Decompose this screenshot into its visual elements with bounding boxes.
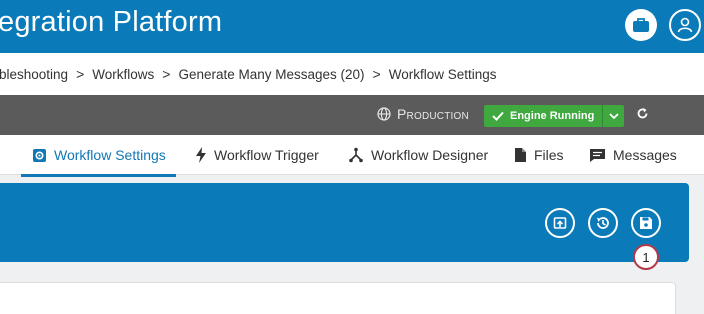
engine-status-button[interactable]: Engine Running <box>484 105 625 127</box>
breadcrumb-separator: > <box>76 66 85 82</box>
chevron-down-icon <box>609 113 619 119</box>
breadcrumb-separator: > <box>372 66 381 82</box>
globe-icon <box>377 107 391 121</box>
tab-files[interactable]: Files <box>514 135 564 175</box>
breadcrumb-item-workflow[interactable]: Generate Many Messages (20) <box>178 67 364 82</box>
tab-bar: Workflow Settings Workflow Trigger Workf… <box>0 135 704 177</box>
tab-label: Workflow Trigger <box>214 147 319 163</box>
refresh-button[interactable] <box>633 104 651 122</box>
user-icon <box>677 17 693 33</box>
lightning-icon <box>195 147 207 163</box>
tab-label: Messages <box>613 147 677 163</box>
history-button[interactable] <box>588 208 618 238</box>
breadcrumb-item-troubleshooting[interactable]: bleshooting <box>0 67 68 82</box>
environment-name: Production <box>397 106 469 122</box>
app-header: egration Platform <box>0 0 704 53</box>
save-button[interactable] <box>631 208 661 238</box>
briefcase-button[interactable] <box>625 9 657 41</box>
briefcase-icon <box>633 18 649 32</box>
file-icon <box>514 147 527 163</box>
breadcrumb: bleshooting > Workflows > Generate Many … <box>0 53 704 95</box>
user-button[interactable] <box>669 9 701 41</box>
gear-icon <box>32 148 47 163</box>
check-icon <box>492 111 504 121</box>
engine-dropdown[interactable] <box>602 105 625 127</box>
breadcrumb-item-current: Workflow Settings <box>388 66 497 82</box>
tab-workflow-designer[interactable]: Workflow Designer <box>348 135 488 175</box>
tab-workflow-trigger[interactable]: Workflow Trigger <box>195 135 319 175</box>
export-icon <box>553 217 567 229</box>
export-button[interactable] <box>545 208 575 238</box>
tab-label: Workflow Designer <box>371 147 489 163</box>
fork-icon <box>348 147 364 163</box>
tab-messages[interactable]: Messages <box>589 135 677 175</box>
settings-panel-header <box>0 183 689 262</box>
message-icon <box>589 148 606 163</box>
app-root: egration Platform bleshooting > Workflow… <box>0 0 704 314</box>
tab-label: Files <box>534 147 564 163</box>
engine-status[interactable]: Engine Running <box>484 105 603 127</box>
environment-label[interactable]: Production <box>377 106 469 122</box>
settings-content-card <box>0 282 676 314</box>
annotation-badge: 1 <box>633 244 659 270</box>
refresh-icon <box>637 107 647 118</box>
save-icon <box>640 217 652 229</box>
breadcrumb-separator: > <box>162 66 171 82</box>
tab-label: Workflow Settings <box>54 147 166 163</box>
engine-status-label: Engine Running <box>510 110 595 122</box>
breadcrumb-item-workflows[interactable]: Workflows <box>92 67 154 82</box>
tab-workflow-settings[interactable]: Workflow Settings <box>21 135 176 177</box>
history-icon <box>597 217 609 229</box>
app-title: egration Platform <box>0 6 223 38</box>
